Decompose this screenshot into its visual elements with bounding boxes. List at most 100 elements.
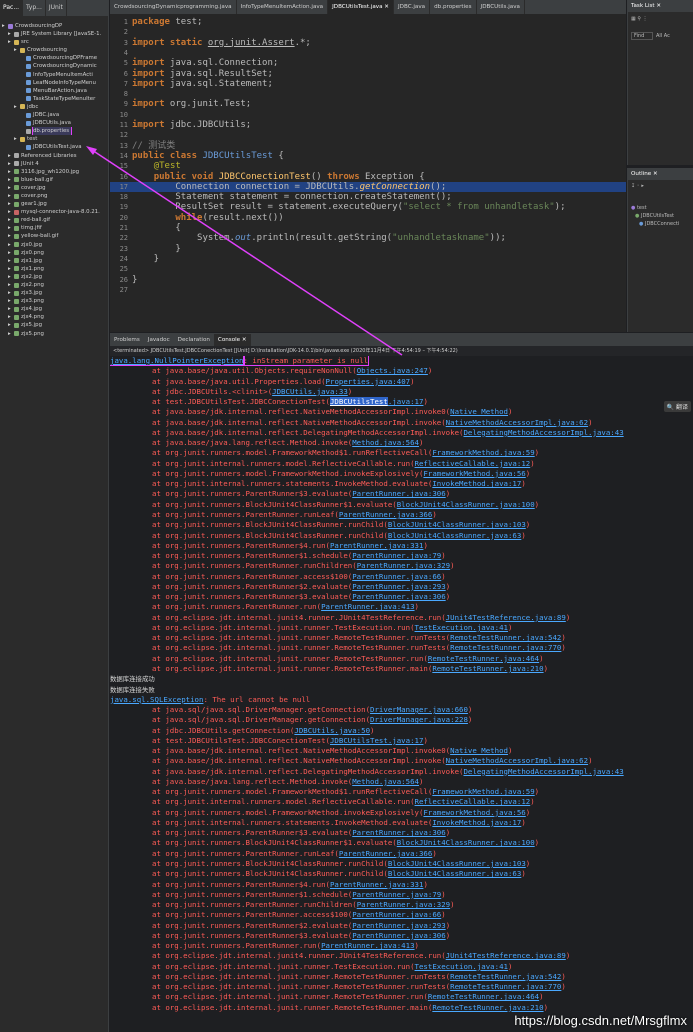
- editor-tab[interactable]: JDBCUtils.java: [477, 0, 525, 14]
- tree-expand-icon[interactable]: ▸: [8, 297, 12, 305]
- code-line[interactable]: 11 import jdbc.JDBCUtils;: [110, 120, 626, 130]
- tree-expand-icon[interactable]: ▸: [8, 241, 12, 249]
- code-line[interactable]: 21 {: [110, 223, 626, 233]
- hide-fields-icon[interactable]: ◦: [637, 183, 640, 189]
- editor-tab[interactable]: JDBCUtilsTest.java ✕: [328, 0, 394, 14]
- pkg-tab-2[interactable]: JUnit: [46, 0, 67, 16]
- tree-expand-icon[interactable]: ▸: [8, 168, 12, 176]
- translate-button[interactable]: 🔍 翻译: [663, 401, 691, 412]
- tree-item[interactable]: ▸ yellow-ball.gif: [0, 232, 108, 240]
- tree-item[interactable]: ▸ JUnit 4: [0, 160, 108, 168]
- tree-expand-icon[interactable]: ▸: [8, 249, 12, 257]
- editor-tab[interactable]: CrowdsourcingDynamicprogramming.java: [110, 0, 237, 14]
- tree-item[interactable]: ▸ zjx2.jpg: [0, 273, 108, 281]
- tree-item[interactable]: JDBC.java: [0, 111, 108, 119]
- tree-item[interactable]: ▸ zjx3.jpg: [0, 289, 108, 297]
- tree-item[interactable]: ▸ src: [0, 38, 108, 46]
- tree-expand-icon[interactable]: ▸: [14, 135, 18, 143]
- code-editor[interactable]: CrowdsourcingDynamicprogramming.java Info…: [110, 0, 626, 332]
- tree-item[interactable]: ▸ timg.jfif: [0, 224, 108, 232]
- console-tab[interactable]: Declaration: [174, 334, 214, 346]
- tree-item[interactable]: ▸ mysql-connector-java-8.0.21.: [0, 208, 108, 216]
- task-filter-label[interactable]: All Ac: [656, 33, 670, 39]
- console-tab[interactable]: Problems: [110, 334, 144, 346]
- task-list-tab[interactable]: Task List ✕: [628, 0, 693, 12]
- tree-item[interactable]: ▸ zjx1.jpg: [0, 257, 108, 265]
- console-tab[interactable]: Console ✕: [213, 334, 251, 346]
- console-tab[interactable]: Javadoc: [144, 334, 174, 346]
- tree-item[interactable]: ▸ blue-ball.gif: [0, 176, 108, 184]
- outline-tab[interactable]: Outline ✕: [628, 168, 693, 180]
- code-line[interactable]: 3 import static org.junit.Assert.*;: [110, 38, 626, 48]
- code-line[interactable]: 10: [110, 110, 626, 120]
- tree-item[interactable]: TaskStateTypeMenuIter: [0, 95, 108, 103]
- tree-expand-icon[interactable]: ▸: [8, 330, 12, 338]
- code-line[interactable]: 27: [110, 285, 626, 295]
- tree-item[interactable]: ▸ 3116.jpg_wh1200.jpg: [0, 168, 108, 176]
- tree-expand-icon[interactable]: ▸: [8, 321, 12, 329]
- tree-item[interactable]: db.properties: [0, 127, 108, 136]
- tree-expand-icon[interactable]: ▸: [14, 46, 18, 54]
- tree-expand-icon[interactable]: ▸: [8, 305, 12, 313]
- tree-item[interactable]: ▸ zjx0.jpg: [0, 241, 108, 249]
- tree-item[interactable]: ▸ test: [0, 135, 108, 143]
- tree-item[interactable]: ▸ zjx4.png: [0, 313, 108, 321]
- code-line[interactable]: 23 }: [110, 244, 626, 254]
- code-line[interactable]: 17 Connection connection = JDBCUtils.get…: [110, 181, 626, 193]
- code-line[interactable]: 9 import org.junit.Test;: [110, 99, 626, 109]
- tree-item[interactable]: ▸ zjx4.jpg: [0, 305, 108, 313]
- collapse-icon[interactable]: ▸: [641, 183, 644, 189]
- tree-expand-icon[interactable]: ▸: [8, 281, 12, 289]
- tree-item[interactable]: InfoTypeMenuItemActi: [0, 71, 108, 79]
- code-line[interactable]: 4: [110, 48, 626, 58]
- code-line[interactable]: 1 package test;: [110, 17, 626, 27]
- tree-item[interactable]: ▸ zjx1.png: [0, 265, 108, 273]
- pkg-tab-0[interactable]: Pac...: [0, 0, 24, 16]
- code-line[interactable]: 8: [110, 89, 626, 99]
- code-line[interactable]: 15 @Test: [110, 161, 626, 171]
- tree-item[interactable]: ▸ gear1.jpg: [0, 200, 108, 208]
- tree-item[interactable]: MenuBarAction.java: [0, 87, 108, 95]
- code-line[interactable]: 7 import java.sql.Statement;: [110, 79, 626, 89]
- tree-expand-icon[interactable]: ▸: [8, 313, 12, 321]
- tree-expand-icon[interactable]: ▸: [8, 176, 12, 184]
- tree-item[interactable]: ▸ Referenced Libraries: [0, 152, 108, 160]
- code-line[interactable]: 5 import java.sql.Connection;: [110, 58, 626, 68]
- tree-expand-icon[interactable]: ▸: [8, 265, 12, 273]
- menu-icon[interactable]: ⋮: [643, 16, 648, 22]
- tree-expand-icon[interactable]: ▸: [8, 216, 12, 224]
- code-line[interactable]: 19 ResultSet result = statement.executeQ…: [110, 202, 626, 212]
- sort-icon[interactable]: ↧: [631, 183, 635, 189]
- outline-item[interactable]: ● JDBCConnecti: [631, 220, 690, 228]
- editor-tab[interactable]: InfoTypeMenuItemAction.java: [237, 0, 329, 14]
- code-line[interactable]: 12: [110, 130, 626, 140]
- tree-expand-icon[interactable]: ▸: [8, 208, 12, 216]
- tree-expand-icon[interactable]: ▸: [8, 200, 12, 208]
- code-line[interactable]: 26}: [110, 275, 626, 285]
- code-line[interactable]: 20 while(result.next()): [110, 213, 626, 223]
- tree-expand-icon[interactable]: ▸: [8, 289, 12, 297]
- editor-tab[interactable]: db.properties: [430, 0, 477, 14]
- task-find-input[interactable]: Find: [631, 32, 653, 40]
- tree-expand-icon[interactable]: ▸: [8, 257, 12, 265]
- console-output[interactable]: java.lang.NullPointerException: inStream…: [110, 356, 693, 1013]
- code-line[interactable]: 24 }: [110, 254, 626, 264]
- tree-item[interactable]: ▸ red-ball.gif: [0, 216, 108, 224]
- tree-expand-icon[interactable]: ▸: [8, 192, 12, 200]
- tree-item[interactable]: CrowdsourcingDPFrame: [0, 54, 108, 62]
- tree-expand-icon[interactable]: ▸: [2, 22, 6, 30]
- outline-item[interactable]: ● test: [631, 204, 690, 212]
- outline-item[interactable]: ● JDBCUtilsTest: [631, 212, 690, 220]
- code-line[interactable]: 14 public class JDBCUtilsTest {: [110, 151, 626, 161]
- tree-item[interactable]: ▸ zjx5.png: [0, 330, 108, 338]
- editor-tab[interactable]: JDBC.java: [394, 0, 431, 14]
- tree-item[interactable]: ▸ cover.png: [0, 192, 108, 200]
- tree-item[interactable]: ▸ zjx2.png: [0, 281, 108, 289]
- tree-item[interactable]: ▸ JRE System Library [JavaSE-1.: [0, 30, 108, 38]
- code-line[interactable]: 2: [110, 27, 626, 37]
- tree-item[interactable]: ▸ cover.jpg: [0, 184, 108, 192]
- code-line[interactable]: 22 System.out.println(result.getString("…: [110, 233, 626, 243]
- tree-item[interactable]: ▸ Crowdsourcing: [0, 46, 108, 54]
- tree-item[interactable]: JDBCUtils.java: [0, 119, 108, 127]
- pkg-tab-1[interactable]: Typ...: [23, 0, 46, 16]
